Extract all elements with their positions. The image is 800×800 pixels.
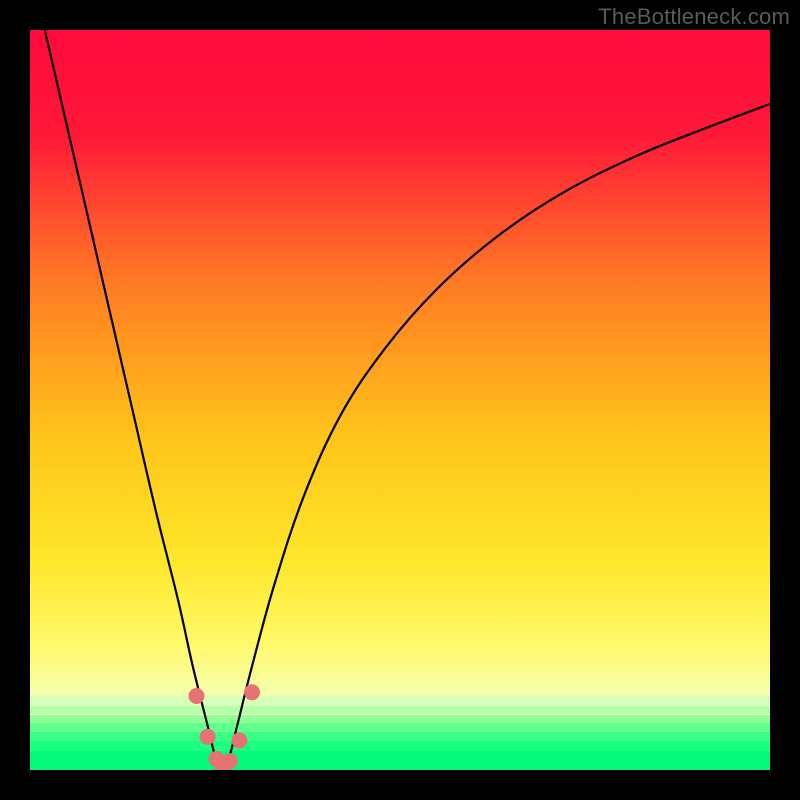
curve-marker [244, 684, 260, 700]
curve-marker [222, 753, 238, 769]
chart-frame: TheBottleneck.com [0, 0, 800, 800]
curve-markers [189, 684, 261, 770]
plot-area [30, 30, 770, 770]
curve-marker [231, 732, 247, 748]
watermark-text: TheBottleneck.com [598, 4, 790, 30]
curve-layer [30, 30, 770, 770]
curve-marker [189, 688, 205, 704]
curve-marker [200, 729, 216, 745]
bottleneck-curve [45, 30, 770, 770]
